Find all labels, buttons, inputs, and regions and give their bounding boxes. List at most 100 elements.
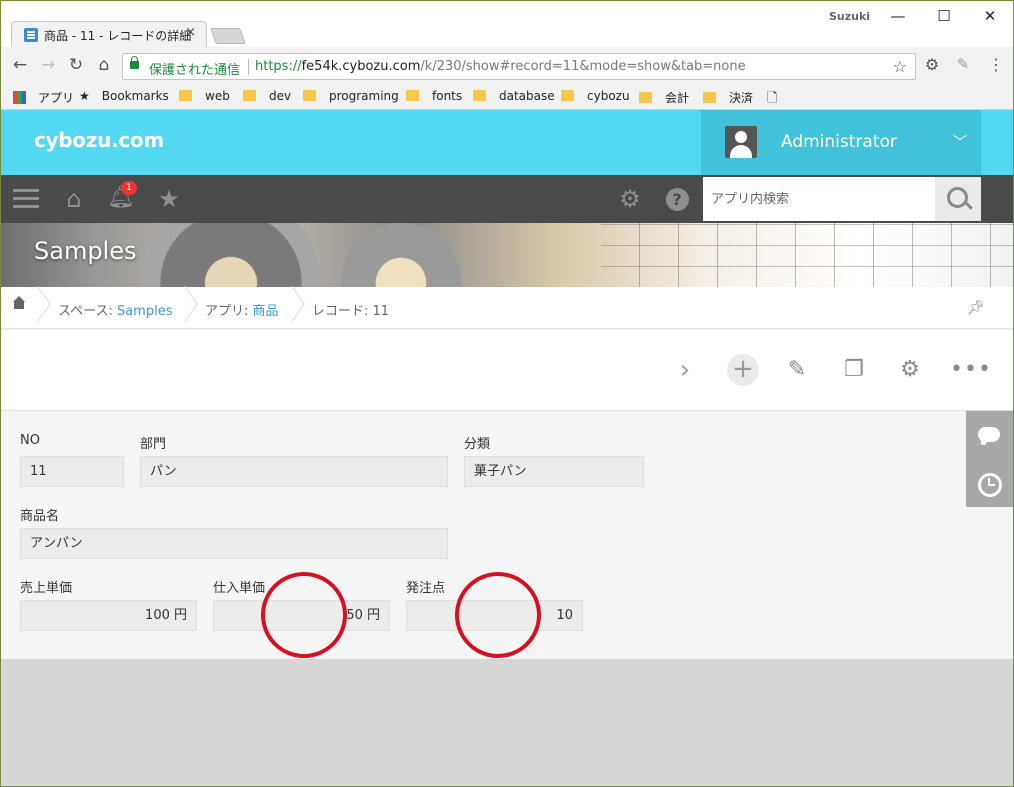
bookmarks-bar: アプリ ★ Bookmarks web dev programing fonts … — [1, 85, 1013, 110]
breadcrumb-record: レコード: 11 — [312, 304, 390, 319]
forward-icon[interactable]: → — [37, 55, 59, 75]
space-title: Samples — [34, 237, 137, 265]
maximize-button[interactable]: ☐ — [929, 5, 959, 27]
bookmark-folder-dev[interactable]: dev — [243, 89, 291, 103]
breadcrumb-separator — [291, 287, 303, 329]
breadcrumb-separator — [184, 287, 196, 329]
url-host: fe54k.cybozu.com — [301, 59, 421, 74]
bookmark-folder-cybozu[interactable]: cybozu — [561, 89, 630, 103]
close-window-button[interactable]: ✕ — [975, 5, 1005, 27]
tab-title: 商品 - 11 - レコードの詳細 — [44, 29, 192, 43]
folder-icon — [303, 90, 316, 101]
user-menu[interactable]: Administrator ﹀ — [701, 110, 981, 175]
browser-tab[interactable]: 商品 - 11 - レコードの詳細 × — [11, 21, 207, 47]
back-icon[interactable]: ← — [9, 55, 31, 75]
breadcrumb-home-icon[interactable] — [12, 296, 26, 313]
new-tab-button[interactable] — [210, 28, 246, 44]
add-record-button[interactable]: + — [727, 354, 759, 386]
field-value-product-name: アンパン — [20, 528, 448, 559]
side-panel-tools — [966, 411, 1013, 507]
blueprint-decoration — [601, 223, 1013, 287]
url-scheme: https:// — [255, 59, 302, 74]
menu-kebab-icon[interactable]: ⋮ — [985, 55, 1007, 74]
field-value-sale-price: 100 円 — [20, 600, 197, 631]
url-path: /k/230/show#record=11&mode=show&tab=none — [420, 59, 746, 74]
help-icon[interactable]: ? — [662, 188, 692, 211]
gear-decoration — [141, 223, 321, 287]
search-icon[interactable] — [935, 177, 981, 221]
duplicate-icon[interactable]: ❐ — [838, 354, 870, 386]
app-search-field[interactable] — [703, 177, 935, 221]
field-label-department: 部門 — [140, 437, 167, 452]
record-action-bar: › + ✎ ❐ ⚙ ••• — [1, 330, 1013, 411]
next-record-icon[interactable]: › — [669, 354, 701, 386]
hamburger-menu-icon[interactable] — [13, 189, 39, 209]
breadcrumb: スペース: Samples アプリ: 商品 レコード: 11 📌︎ — [1, 287, 1013, 329]
avatar — [725, 126, 757, 158]
chevron-down-icon: ﹀ — [953, 135, 967, 151]
folder-icon — [473, 90, 486, 101]
address-bar[interactable]: 保護された通信 https://fe54k.cybozu.com/k/230/s… — [122, 53, 916, 80]
annotation-circle — [261, 572, 347, 658]
comment-icon[interactable] — [978, 425, 1002, 449]
folder-icon — [243, 90, 256, 101]
field-label-reorder-point: 発注点 — [406, 581, 446, 596]
bookmark-folder-payment[interactable]: 決済 — [703, 89, 753, 106]
minimize-button[interactable]: — — [883, 5, 913, 27]
app-link[interactable]: 商品 — [253, 304, 279, 319]
secure-label: 保護された通信 — [149, 63, 241, 78]
field-value-category: 菓子パン — [464, 456, 644, 487]
cybozu-header: cybozu.com Administrator ﹀ — [1, 110, 1013, 175]
bookmark-folder-accounting[interactable]: 会計 — [639, 89, 689, 106]
lock-icon — [130, 56, 139, 69]
settings-gear-icon[interactable]: ⚙ — [894, 354, 926, 386]
breadcrumb-separator — [37, 287, 49, 329]
favorites-star-icon[interactable]: ★ — [154, 185, 184, 213]
history-icon[interactable] — [978, 473, 1002, 497]
bookmark-apps[interactable]: アプリ — [13, 89, 74, 106]
app-search-input[interactable] — [703, 177, 923, 221]
tab-close-icon[interactable]: × — [185, 25, 196, 40]
folder-icon — [406, 90, 419, 101]
breadcrumb-app: アプリ: 商品 — [205, 304, 279, 319]
field-label-product-name: 商品名 — [20, 509, 60, 524]
bookmark-star-icon[interactable]: ☆ — [893, 57, 907, 76]
reload-icon[interactable]: ↻ — [65, 55, 87, 75]
gear-decoration — [331, 223, 471, 287]
star-icon: ★ — [79, 89, 90, 103]
bookmark-page-icon[interactable]: 🗋 — [767, 89, 777, 111]
cybozu-logo[interactable]: cybozu.com — [34, 128, 164, 152]
url-text: https://fe54k.cybozu.com/k/230/show#reco… — [255, 59, 746, 74]
browser-window: 商品 - 11 - レコードの詳細 × Suzuki — ☐ ✕ ← → ↻ ⌂… — [0, 0, 1014, 787]
bookmark-bookmarks[interactable]: ★ Bookmarks — [79, 89, 169, 103]
portal-home-icon[interactable]: ⌂ — [59, 185, 89, 213]
os-user-label: Suzuki — [829, 10, 871, 23]
folder-icon — [561, 90, 574, 101]
space-banner: Samples — [1, 223, 1013, 287]
extension-icon-2[interactable]: ✎ — [952, 55, 974, 73]
field-label-category: 分類 — [464, 437, 491, 452]
field-label-sale-price: 売上単価 — [20, 581, 73, 596]
settings-gear-icon[interactable]: ⚙ — [615, 185, 645, 213]
url-separator — [248, 59, 249, 75]
field-value-department: パン — [140, 456, 448, 487]
navigation-bar: ← → ↻ ⌂ 保護された通信 https://fe54k.cybozu.com… — [1, 47, 1013, 85]
folder-icon — [179, 90, 192, 101]
field-value-no: 11 — [20, 456, 124, 487]
space-link[interactable]: Samples — [117, 304, 173, 319]
bookmark-folder-programing[interactable]: programing — [303, 89, 399, 103]
annotation-circle — [455, 572, 541, 658]
field-label-cost-price: 仕入単価 — [213, 581, 266, 596]
notification-badge: 1 — [121, 181, 137, 195]
apps-grid-icon — [13, 91, 26, 104]
more-options-icon[interactable]: ••• — [950, 354, 991, 386]
pin-icon[interactable]: 📌︎ — [967, 300, 985, 316]
extension-icon[interactable]: ⚙ — [921, 55, 943, 74]
bookmark-folder-database[interactable]: database — [473, 89, 555, 103]
home-icon[interactable]: ⌂ — [93, 55, 115, 75]
bookmark-folder-fonts[interactable]: fonts — [406, 89, 462, 103]
folder-icon — [639, 92, 652, 103]
field-label-no: NO — [20, 433, 40, 448]
edit-icon[interactable]: ✎ — [781, 354, 813, 386]
bookmark-folder-web[interactable]: web — [179, 89, 230, 103]
